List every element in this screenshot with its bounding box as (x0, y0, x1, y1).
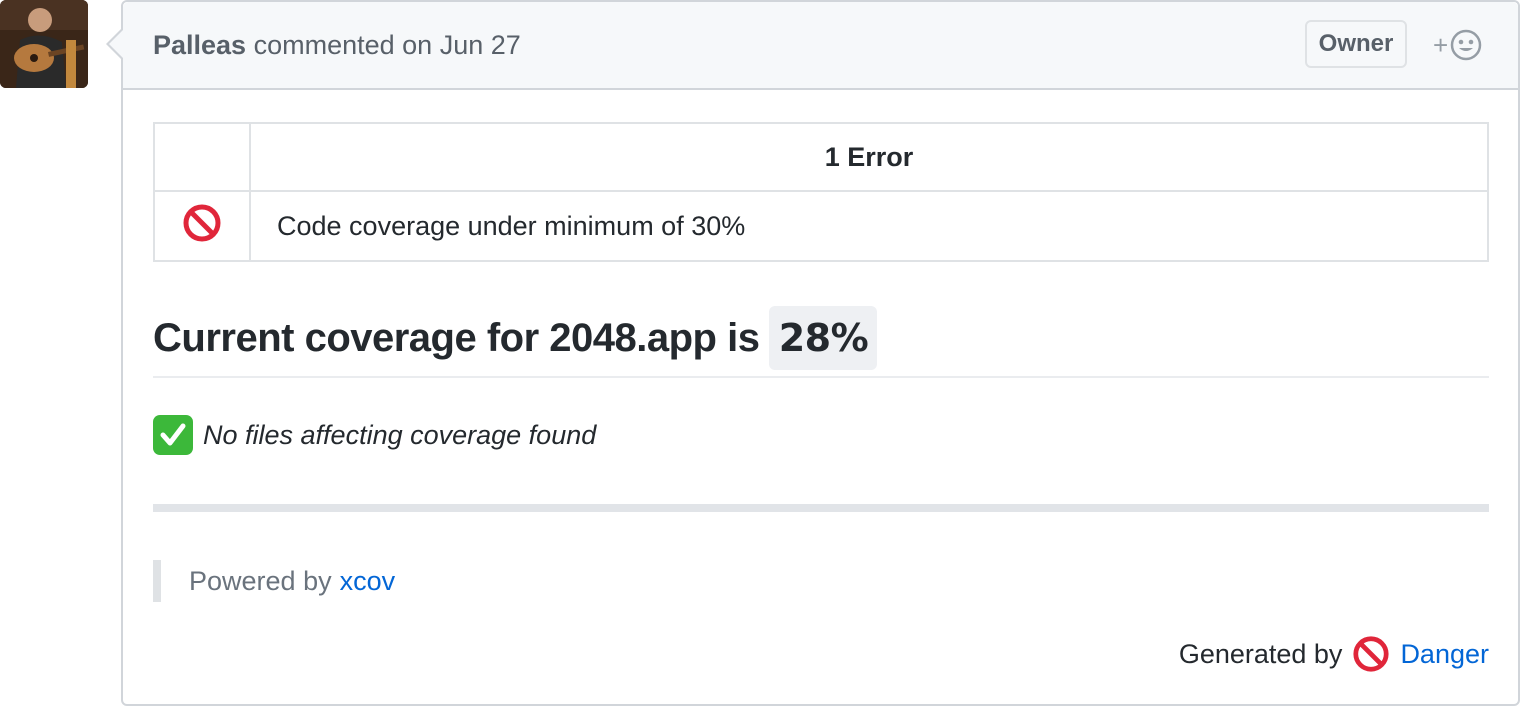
comment-meta: Palleas commented on Jun 27 (153, 30, 521, 61)
owner-badge: Owner (1305, 20, 1407, 68)
comment-body: 1 Error Code coverage under minimum of 3… (153, 122, 1489, 674)
comment-header: Palleas commented on Jun 27 Owner + (123, 2, 1518, 90)
table-row: Code coverage under minimum of 30% (153, 190, 1489, 262)
coverage-heading: Current coverage for 2048.app is 28% (153, 306, 1489, 378)
danger-link[interactable]: Danger (1400, 639, 1489, 670)
error-message: Code coverage under minimum of 30% (249, 190, 1489, 262)
generated-by-label: Generated by (1178, 638, 1343, 669)
no-entry-icon (183, 204, 221, 241)
no-entry-icon (1352, 635, 1390, 673)
coverage-value: 28% (769, 306, 878, 370)
comment-action: commented on Jun 27 (253, 30, 521, 60)
comment-box: Palleas commented on Jun 27 Owner + 1 Er… (106, 0, 1520, 706)
powered-by-label: Powered by (189, 565, 332, 596)
check-mark-button-icon (153, 415, 193, 455)
generated-by: Generated by Danger (153, 634, 1489, 674)
errors-table: 1 Error Code coverage under minimum of 3… (153, 122, 1489, 262)
files-note-text: No files affecting coverage found (203, 419, 597, 450)
avatar-photo (0, 0, 88, 88)
files-note: No files affecting coverage found (153, 415, 1489, 455)
xcov-link[interactable]: xcov (340, 566, 396, 597)
author-link[interactable]: Palleas (153, 30, 246, 60)
divider (153, 504, 1489, 512)
table-cell-icon (153, 190, 251, 262)
powered-by-quote: Powered by xcov (153, 560, 1489, 602)
smiley-icon (1450, 29, 1482, 61)
coverage-heading-text: Current coverage for 2048.app is (153, 316, 760, 360)
table-header-errors: 1 Error (249, 122, 1489, 192)
plus-icon: + (1433, 30, 1449, 60)
table-header-empty (153, 122, 251, 192)
add-reaction-button[interactable]: + (1433, 26, 1491, 64)
avatar[interactable] (0, 0, 88, 88)
